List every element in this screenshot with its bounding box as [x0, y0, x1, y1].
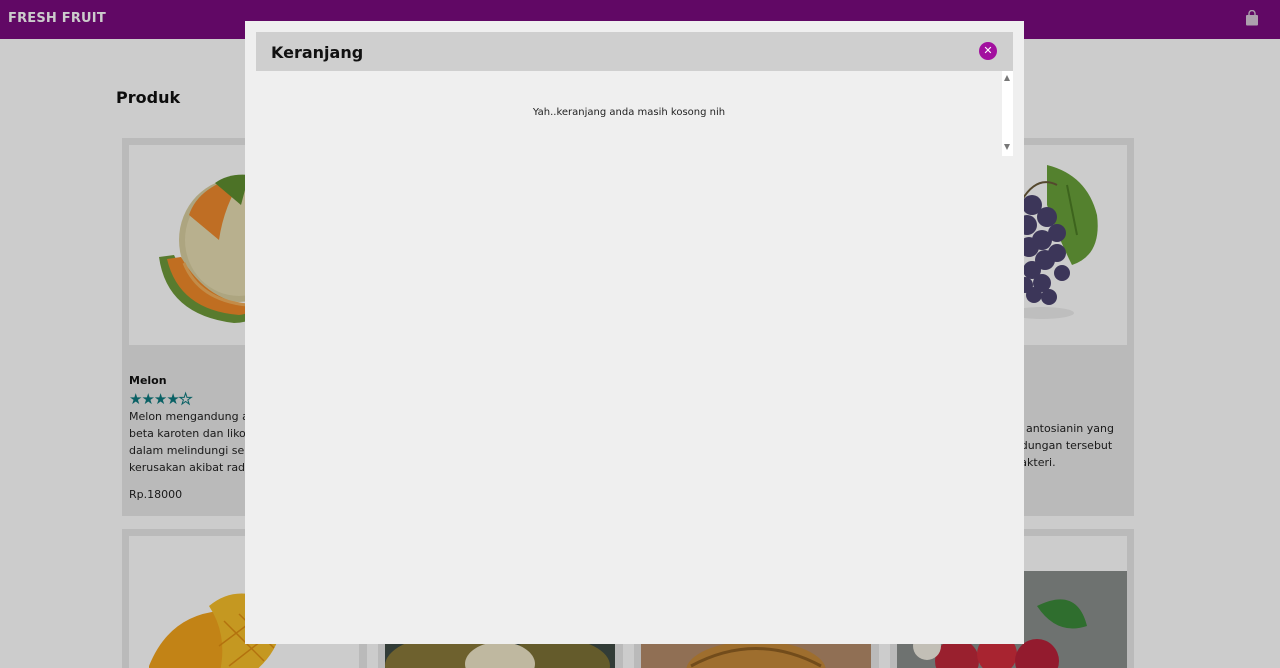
modal-title: Keranjang [271, 43, 364, 62]
empty-cart-message: Yah..keranjang anda masih kosong nih [532, 107, 726, 118]
scroll-up-arrow-icon[interactable] [1004, 75, 1010, 81]
modal-header: Keranjang ✕ [256, 32, 1013, 71]
scroll-down-arrow-icon[interactable] [1004, 144, 1010, 150]
close-icon: ✕ [983, 44, 993, 57]
close-button[interactable]: ✕ [979, 42, 997, 60]
cart-modal: Keranjang ✕ Yah..keranjang anda masih ko… [245, 21, 1024, 644]
scrollbar[interactable] [1002, 71, 1013, 156]
modal-body: Yah..keranjang anda masih kosong nih [256, 71, 1013, 156]
